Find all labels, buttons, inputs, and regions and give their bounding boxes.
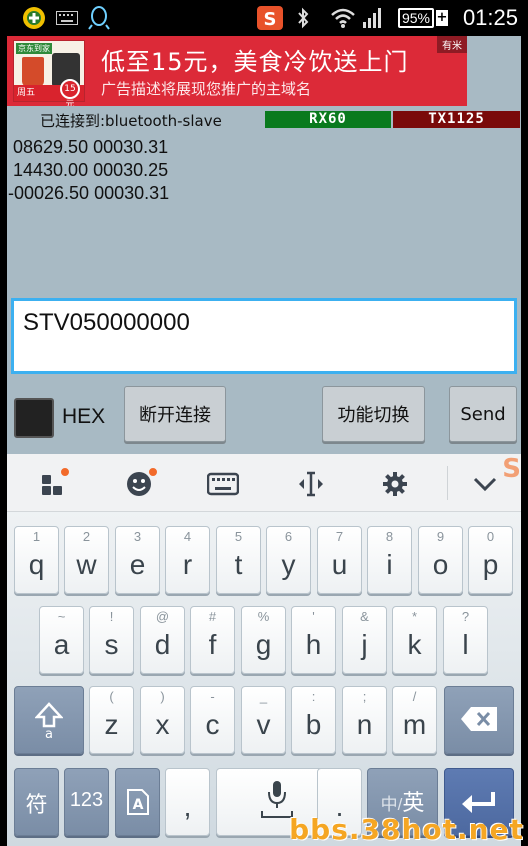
key-z[interactable]: (z (89, 686, 134, 754)
received-line: -00026.50 00030.31 (8, 183, 170, 203)
ad-banner[interactable]: 京东到家 周五 15元 低至15元，美食冷饮送上门 广告描述将展现您推广的主域名… (7, 36, 467, 106)
wifi-icon (330, 0, 356, 36)
received-line: 14430.00 00030.25 (8, 160, 169, 180)
function-switch-button[interactable]: 功能切换 (322, 386, 425, 442)
shift-icon: a (15, 701, 83, 746)
sogou-icon: S (256, 0, 284, 36)
key-t[interactable]: 5t (216, 526, 261, 594)
rx-counter: RX60 (265, 111, 391, 128)
ad-thumbnail: 京东到家 周五 15元 (13, 40, 85, 106)
chevron-down-icon[interactable] (465, 464, 505, 504)
ad-cup-image (22, 57, 44, 87)
key-b[interactable]: :b (291, 686, 336, 754)
shift-key[interactable]: a (14, 686, 84, 754)
key-i[interactable]: 8i (367, 526, 412, 594)
cn-label: 中/ (380, 795, 403, 814)
key-j[interactable]: & j (342, 606, 387, 674)
emoji-icon[interactable] (119, 464, 159, 504)
keyboard-icon (56, 0, 78, 36)
hex-label: HEX (62, 405, 106, 428)
key-q[interactable]: 1q (14, 526, 59, 594)
translate-icon: A (116, 787, 159, 824)
battery-charging-icon: + (436, 10, 448, 26)
key-w[interactable]: 2w (64, 526, 109, 594)
numbers-key[interactable]: 123 (64, 768, 109, 836)
connection-status: 已连接到:bluetooth-slave (40, 112, 222, 130)
bluetooth-icon (296, 0, 310, 36)
key-v[interactable]: _ v (241, 686, 286, 754)
key-k[interactable]: * k (392, 606, 437, 674)
qq-icon (88, 0, 110, 36)
key-p[interactable]: 0p (468, 526, 513, 594)
battery-level: 95% (397, 8, 434, 28)
watermark: bbs.38hot.net (289, 813, 524, 846)
signal-icon (362, 0, 384, 36)
key-a[interactable]: ~ a (39, 606, 84, 674)
en-label: 英 (402, 790, 425, 815)
key-s[interactable]: ! s (89, 606, 134, 674)
key-r[interactable]: 4r (165, 526, 210, 594)
ad-description: 广告描述将展现您推广的主域名 (101, 80, 312, 98)
send-input[interactable]: STV050000000 (11, 298, 517, 374)
notification-dot (59, 466, 71, 478)
received-data-log: 08629.50 00030.31 14430.00 00030.25 -000… (8, 136, 169, 205)
symbols-key[interactable]: 符 (14, 768, 59, 836)
key-l[interactable]: ? l (443, 606, 488, 674)
cursor-move-icon[interactable] (291, 464, 331, 504)
status-bar: S 95% + 01:25 (0, 0, 528, 36)
ad-title: 低至15元，美食冷饮送上门 (101, 48, 409, 76)
soft-keyboard: S 1q 2w 3e 4r 5t 6y 7u 8i 9o 0p ~ a ! s @ d… (7, 454, 521, 846)
key-g[interactable]: % g (241, 606, 286, 674)
sogou-logo-icon: S (502, 454, 521, 484)
ad-thumb-price: 15元 (60, 79, 80, 106)
keyboard-icon[interactable] (203, 464, 243, 504)
app-icon (22, 0, 46, 36)
key-h[interactable]: ' h (291, 606, 336, 674)
notification-dot (147, 466, 159, 478)
key-o[interactable]: 9o (418, 526, 463, 594)
key-f[interactable]: # f (190, 606, 235, 674)
ad-badge: 有米 (437, 36, 467, 53)
received-line: 08629.50 00030.31 (8, 137, 169, 157)
key-d[interactable]: @ d (140, 606, 185, 674)
key-n[interactable]: ; n (342, 686, 387, 754)
battery-indicator: 95% + (397, 0, 448, 36)
keyboard-toolbar: S (7, 454, 521, 512)
clock: 01:25 (462, 5, 518, 30)
gear-icon[interactable] (375, 464, 415, 504)
svg-text:S: S (264, 9, 277, 30)
apps-grid-icon[interactable] (33, 464, 73, 504)
key-x[interactable]: ) x (140, 686, 185, 754)
send-button[interactable]: Send (449, 386, 517, 442)
svg-text:a: a (45, 727, 53, 739)
key-c[interactable]: -c (190, 686, 235, 754)
tx-counter: TX1125 (393, 111, 520, 128)
disconnect-button[interactable]: 断开连接 (124, 386, 226, 442)
comma-key[interactable]: , (165, 768, 210, 836)
toolbar-divider (447, 466, 448, 500)
language-key[interactable]: A (115, 768, 160, 836)
key-e[interactable]: 3e (115, 526, 160, 594)
key-y[interactable]: 6y (266, 526, 311, 594)
ad-thumb-tag: 京东到家 (16, 43, 52, 54)
hex-checkbox[interactable] (14, 398, 54, 438)
key-m[interactable]: / m (392, 686, 437, 754)
svg-text:A: A (132, 797, 143, 813)
key-u[interactable]: 7u (317, 526, 362, 594)
backspace-key[interactable] (444, 686, 514, 754)
backspace-icon (445, 705, 513, 740)
